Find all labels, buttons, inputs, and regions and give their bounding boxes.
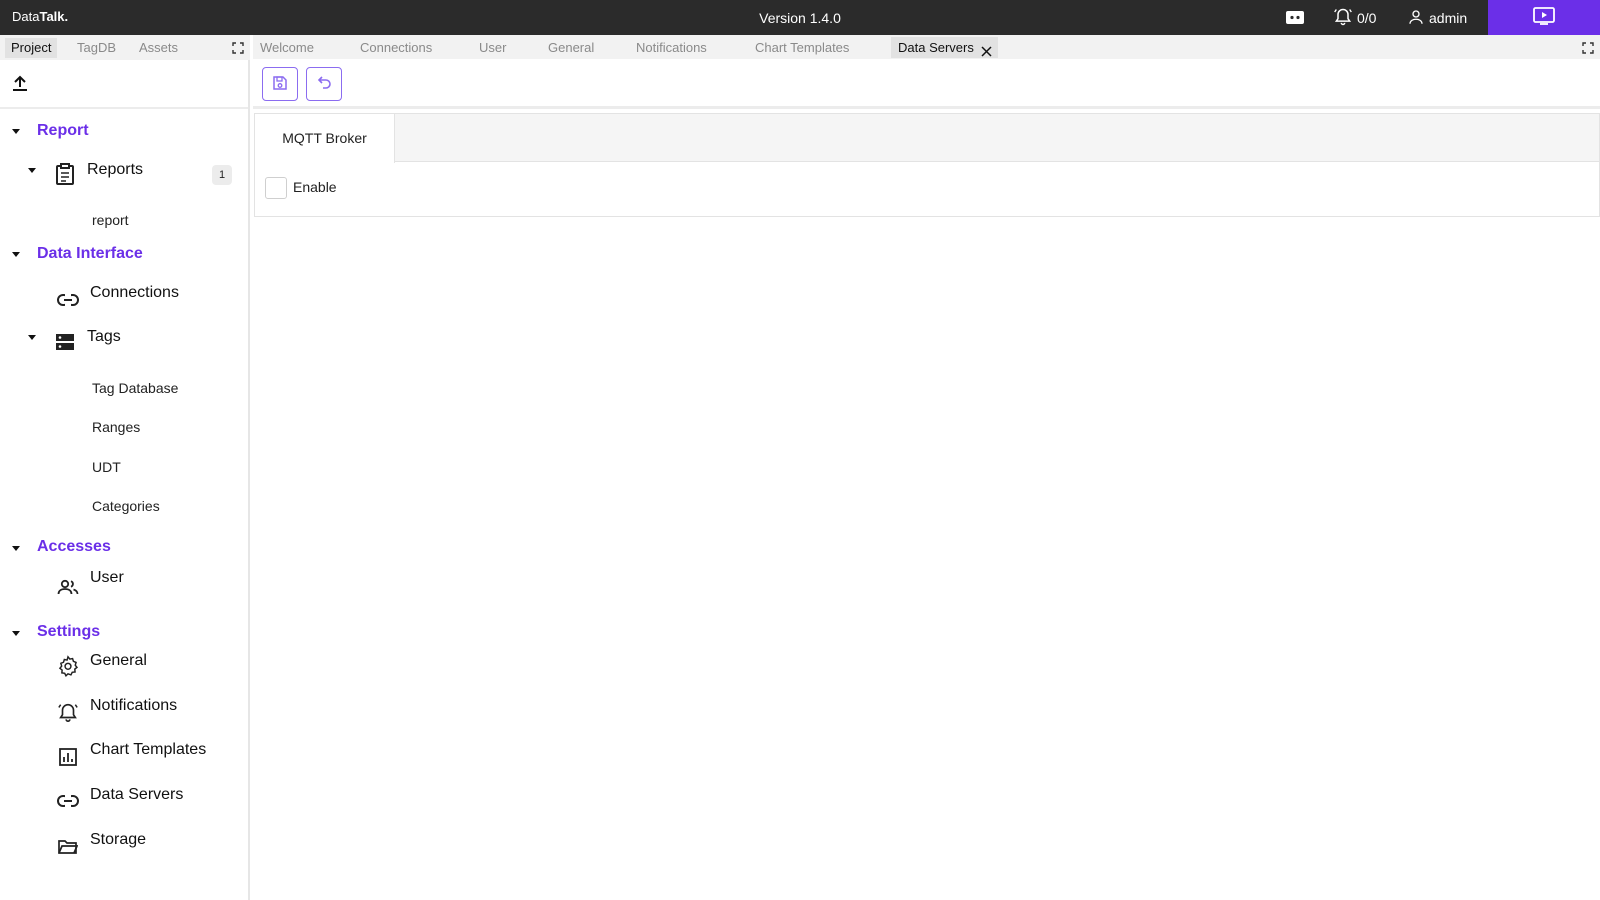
section-settings[interactable]: Settings: [37, 623, 100, 641]
folder-icon: [56, 835, 80, 859]
tab-general[interactable]: General: [541, 37, 601, 58]
section-report[interactable]: Report: [37, 122, 89, 140]
user-icon: [1407, 8, 1425, 29]
alarm-counter[interactable]: 0/0: [1333, 7, 1376, 29]
user-menu[interactable]: admin: [1407, 7, 1467, 29]
tab-user[interactable]: User: [472, 37, 513, 58]
link-icon: [56, 288, 80, 312]
tree-item-storage[interactable]: Storage: [90, 831, 146, 849]
users-icon: [56, 575, 80, 599]
alarm-bell-icon: [56, 700, 80, 724]
alarm-bell-icon: [1333, 7, 1353, 30]
collapse-caret-icon[interactable]: [12, 252, 20, 257]
alarm-count: 0/0: [1357, 10, 1377, 26]
tab-welcome[interactable]: Welcome: [253, 37, 321, 58]
tree-item-user[interactable]: User: [90, 569, 124, 587]
tab-chart-templates[interactable]: Chart Templates: [748, 37, 856, 58]
tab-mqtt-broker[interactable]: MQTT Broker: [255, 114, 395, 163]
collapse-caret-icon[interactable]: [28, 335, 36, 340]
tree-item-general[interactable]: General: [90, 652, 147, 670]
expand-icon[interactable]: [1582, 41, 1594, 54]
section-data-interface[interactable]: Data Interface: [37, 245, 143, 263]
tree-item-tag-database[interactable]: Tag Database: [92, 380, 178, 396]
tree-item-notifications[interactable]: Notifications: [90, 697, 177, 715]
divider: [0, 107, 248, 109]
tree-item-data-servers[interactable]: Data Servers: [90, 786, 183, 804]
server-icon: [53, 330, 77, 354]
user-name: admin: [1429, 10, 1468, 26]
link-icon: [56, 789, 80, 813]
undo-icon: [316, 75, 332, 93]
tree-item-connections[interactable]: Connections: [90, 284, 179, 302]
collapse-caret-icon[interactable]: [12, 129, 20, 134]
tab-data-servers-label: Data Servers: [898, 40, 974, 55]
left-tab-bar: Project TagDB Assets: [0, 35, 250, 60]
tab-assets[interactable]: Assets: [133, 38, 184, 58]
collapse-caret-icon[interactable]: [12, 631, 20, 636]
run-view-button[interactable]: [1488, 0, 1600, 35]
project-panel: Project TagDB Assets Report Reports 1 re…: [0, 35, 250, 900]
expand-icon[interactable]: [232, 41, 244, 54]
enable-checkbox[interactable]: [265, 177, 287, 199]
collapse-caret-icon[interactable]: [28, 168, 36, 173]
top-bar: DataTalk. Version 1.4.0 0/0 admin: [0, 0, 1600, 35]
chart-icon: [56, 745, 80, 769]
tab-connections[interactable]: Connections: [353, 37, 439, 58]
tree-item-categories[interactable]: Categories: [92, 498, 160, 514]
collapse-caret-icon[interactable]: [12, 546, 20, 551]
tree-item-udt[interactable]: UDT: [92, 459, 121, 475]
tree-item-ranges[interactable]: Ranges: [92, 419, 140, 435]
brand-logo: DataTalk.: [12, 9, 69, 24]
play-screen-icon: [1532, 6, 1556, 29]
tab-data-servers[interactable]: Data Servers: [891, 37, 998, 58]
panel-tab-bar: MQTT Broker: [255, 114, 1599, 163]
tree-item-reports[interactable]: Reports: [87, 161, 143, 179]
chat-icon[interactable]: [1284, 8, 1306, 28]
data-servers-panel: MQTT Broker Enable: [254, 113, 1600, 217]
save-button[interactable]: [262, 67, 298, 101]
close-icon[interactable]: [981, 42, 992, 57]
undo-button[interactable]: [306, 67, 342, 101]
tree-item-tags[interactable]: Tags: [87, 328, 121, 346]
upload-icon[interactable]: [10, 74, 30, 94]
editor-toolbar: [253, 59, 1600, 109]
clipboard-icon: [53, 162, 77, 186]
enable-label: Enable: [293, 179, 337, 195]
tab-tagdb[interactable]: TagDB: [71, 38, 122, 58]
tree-item-report[interactable]: report: [92, 212, 129, 228]
section-accesses[interactable]: Accesses: [37, 538, 111, 556]
editor-tab-bar: Welcome Connections User General Notific…: [253, 35, 1600, 59]
tab-notifications[interactable]: Notifications: [629, 37, 714, 58]
reports-count-badge: 1: [212, 165, 232, 185]
save-icon: [272, 75, 288, 94]
tree-item-chart-templates[interactable]: Chart Templates: [90, 741, 206, 759]
tab-project[interactable]: Project: [5, 38, 58, 58]
gear-icon: [56, 654, 80, 678]
